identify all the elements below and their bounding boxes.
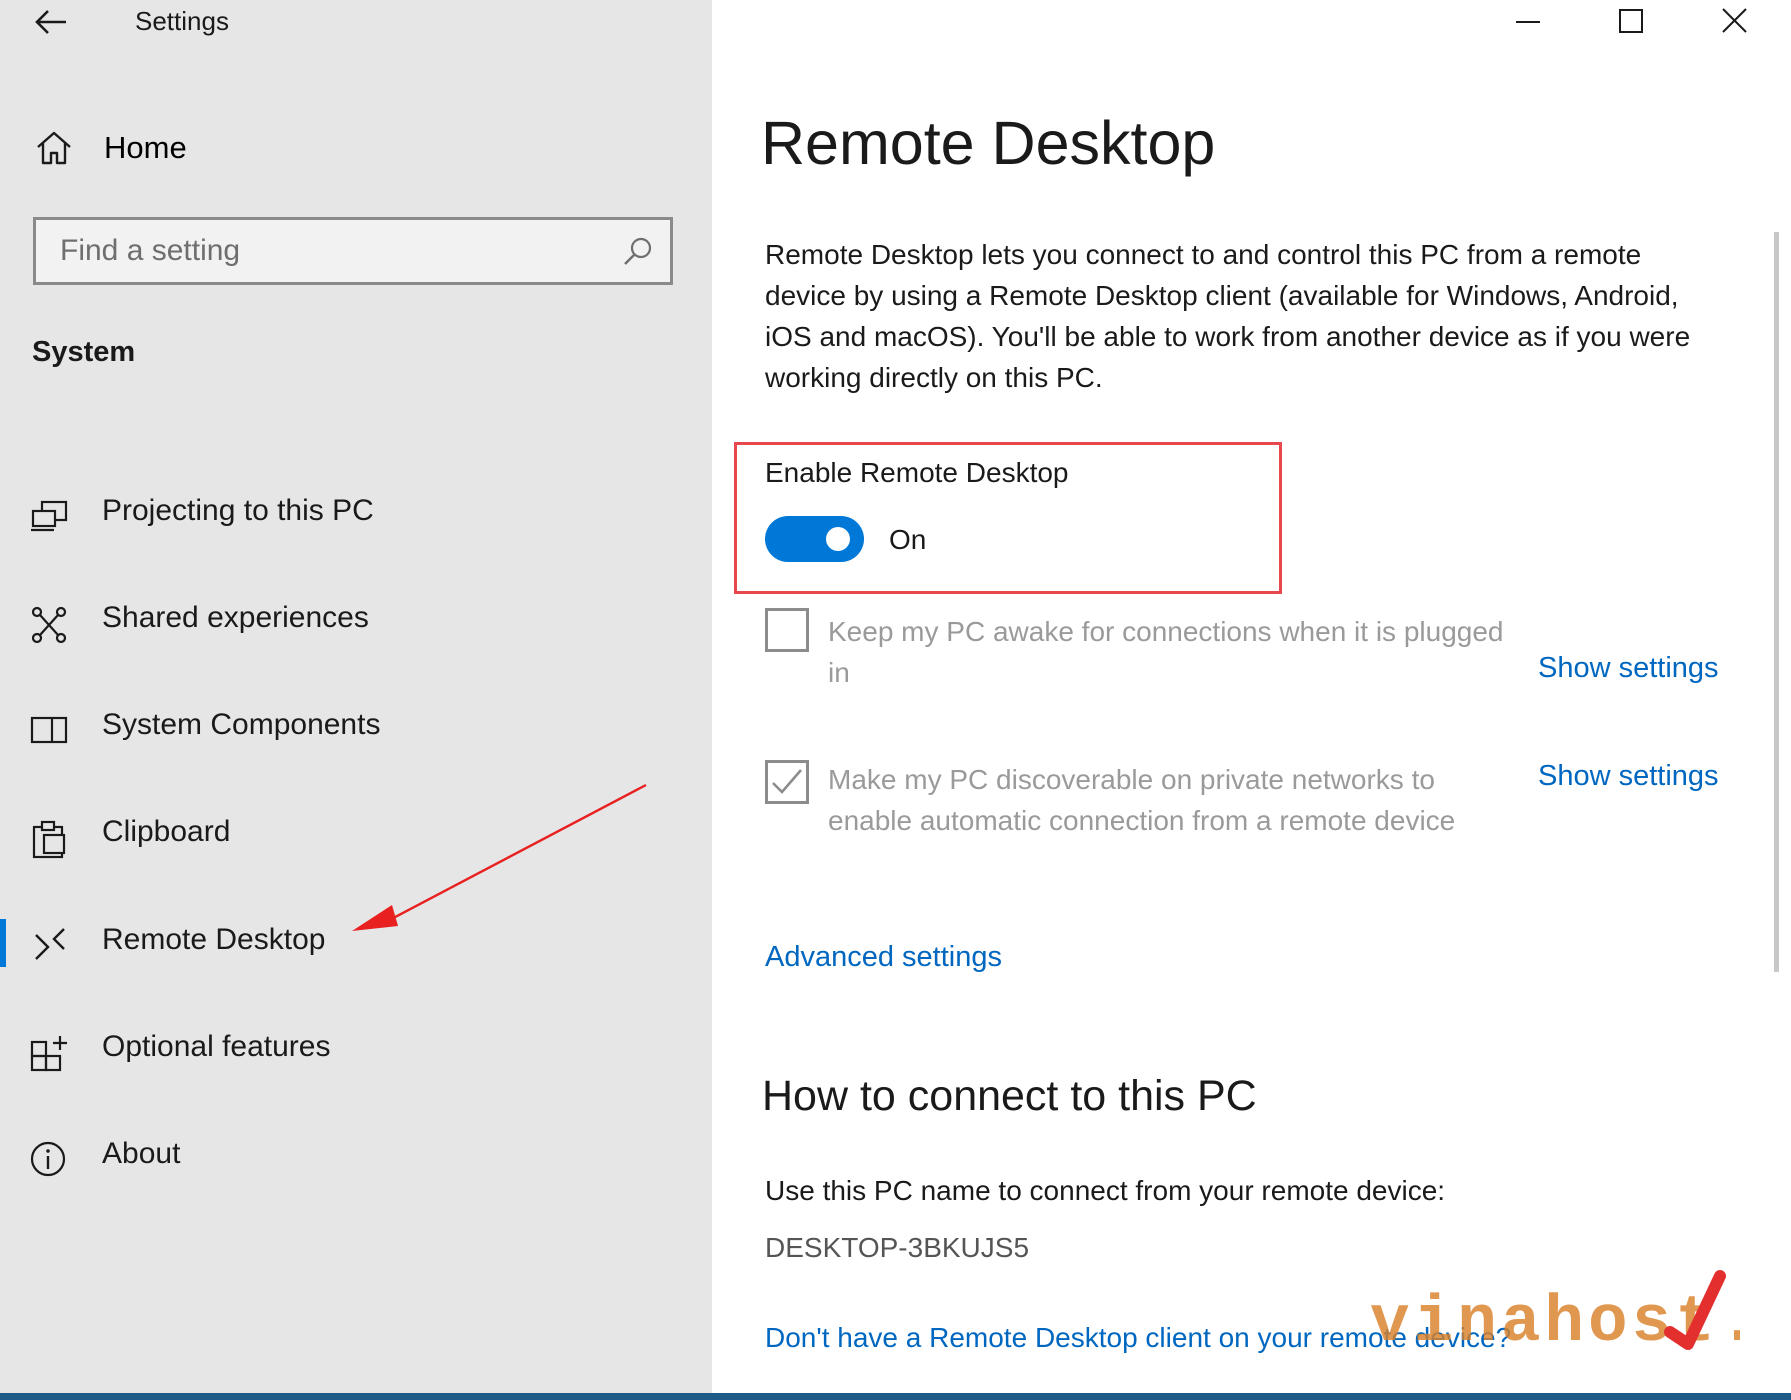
sidebar-item-label: System Components (102, 708, 381, 741)
minimize-button[interactable] (1484, 0, 1572, 44)
home-label: Home (104, 130, 187, 165)
home-link[interactable]: Home (30, 122, 670, 174)
back-arrow-icon (35, 10, 66, 34)
sidebar-item-optional-features[interactable]: Optional features (0, 1014, 712, 1086)
search-placeholder: Find a setting (60, 234, 241, 267)
discoverable-checkbox[interactable] (765, 760, 809, 804)
back-button[interactable] (32, 4, 72, 40)
remote-desktop-icon (30, 927, 70, 967)
sidebar-item-projecting[interactable]: Projecting to this PC (0, 478, 712, 550)
show-settings-link-2[interactable]: Show settings (1538, 760, 1719, 793)
sidebar: Settings Home Find a setting System Proj… (0, 0, 712, 1393)
sidebar-item-label: Clipboard (102, 815, 231, 848)
watermark-logo: vinahost. (1370, 1270, 1740, 1352)
pc-name-value: DESKTOP-3BKUJS5 (765, 1232, 1030, 1263)
close-button[interactable] (1690, 0, 1778, 44)
optional-features-icon (30, 1034, 70, 1074)
keep-awake-checkbox[interactable] (765, 608, 809, 652)
pc-name-instruction: Use this PC name to connect from your re… (765, 1175, 1446, 1206)
section-heading: How to connect to this PC (762, 1072, 1257, 1120)
keep-awake-label: Keep my PC awake for connections when it… (828, 616, 1504, 688)
scrollbar[interactable] (1774, 232, 1779, 972)
show-settings-link-1[interactable]: Show settings (1538, 652, 1719, 685)
sidebar-item-label: About (102, 1137, 181, 1170)
sidebar-item-system-components[interactable]: System Components (0, 692, 712, 764)
sidebar-item-label: Remote Desktop (102, 923, 326, 956)
close-icon (1722, 8, 1747, 33)
system-components-icon (30, 712, 70, 748)
projector-icon (30, 498, 70, 534)
sidebar-item-shared-experiences[interactable]: Shared experiences (0, 585, 712, 657)
maximize-button[interactable] (1587, 0, 1675, 44)
clipboard-icon (30, 819, 70, 859)
advanced-settings-link[interactable]: Advanced settings (765, 941, 1002, 974)
annotation-arrow (352, 783, 647, 931)
window-title: Settings (135, 6, 229, 36)
shared-experiences-icon (30, 605, 70, 645)
sidebar-item-label: Optional features (102, 1030, 331, 1063)
section-title: System (32, 336, 136, 368)
page-title: Remote Desktop (761, 109, 1216, 177)
home-icon (34, 128, 74, 168)
window-bottom-border (0, 1393, 1791, 1400)
info-icon (30, 1141, 70, 1181)
minimize-icon (1516, 21, 1540, 23)
search-box[interactable]: Find a setting (33, 217, 673, 285)
enable-remote-desktop-label: Enable Remote Desktop (765, 457, 1069, 488)
sidebar-item-label: Shared experiences (102, 601, 369, 634)
toggle-state-label: On (889, 524, 927, 555)
toggle-knob (826, 527, 850, 551)
description: Remote Desktop lets you connect to and c… (765, 239, 1691, 393)
enable-remote-desktop-toggle[interactable] (765, 516, 864, 562)
selection-indicator (0, 919, 6, 967)
discoverable-label: Make my PC discoverable on private netwo… (828, 764, 1456, 836)
maximize-icon (1619, 9, 1643, 33)
search-icon[interactable] (622, 236, 654, 268)
sidebar-item-about[interactable]: About (0, 1121, 712, 1193)
checkmark-icon (772, 769, 802, 794)
sidebar-item-label: Projecting to this PC (102, 494, 374, 527)
